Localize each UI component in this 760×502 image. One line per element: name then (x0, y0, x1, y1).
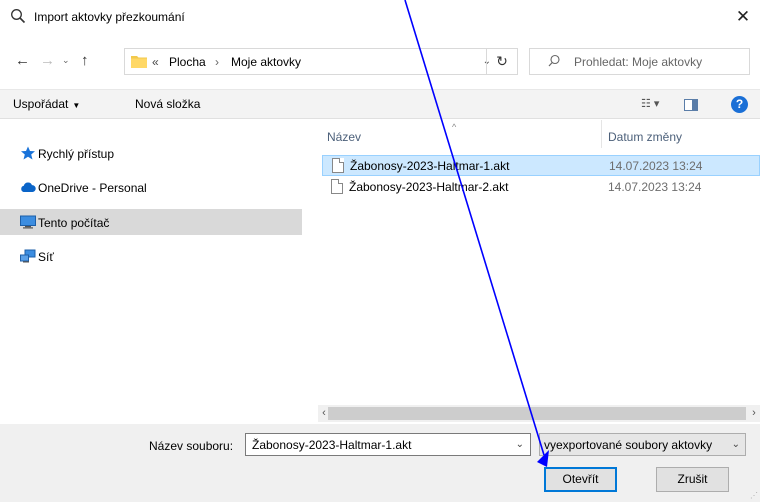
sidebar-item-label: OneDrive - Personal (38, 181, 147, 195)
chevron-down-icon[interactable]: ⌄ (516, 439, 524, 450)
sidebar-item-label: Tento počítač (38, 216, 110, 230)
table-row[interactable]: Žabonosy-2023-Haltmar-1.akt 14.07.2023 1… (322, 155, 760, 176)
cloud-icon (21, 182, 36, 192)
title-bar: Import aktovky přezkoumání ✕ (0, 0, 760, 34)
breadcrumb-separator[interactable]: › (215, 55, 219, 69)
sort-ascending-icon: ^ (452, 122, 457, 132)
recent-locations-button[interactable]: ⌄ (62, 55, 70, 66)
file-icon (331, 179, 343, 194)
horizontal-scrollbar[interactable]: ‹ › (318, 405, 760, 422)
column-divider[interactable] (601, 120, 602, 148)
open-button[interactable]: Otevřít (544, 467, 617, 492)
folder-icon (131, 56, 147, 68)
star-icon (21, 146, 35, 160)
up-button[interactable]: ↑ (81, 52, 89, 69)
dialog-footer: Název souboru: Žabonosy-2023-Haltmar-1.a… (0, 424, 760, 502)
column-header-name[interactable]: Název (327, 130, 361, 144)
filename-field[interactable]: Žabonosy-2023-Haltmar-1.akt ⌄ (245, 433, 531, 456)
network-icon (20, 249, 36, 263)
refresh-button[interactable]: ↻ (486, 48, 518, 75)
close-button[interactable]: ✕ (726, 0, 760, 34)
forward-button[interactable]: → (40, 52, 55, 69)
window-title: Import aktovky přezkoumání (34, 10, 185, 24)
scroll-right-icon[interactable]: › (748, 405, 760, 422)
sidebar-item-onedrive[interactable]: OneDrive - Personal (0, 174, 302, 200)
new-folder-button[interactable]: Nová složka (135, 97, 200, 111)
sidebar-item-quick-access[interactable]: Rychlý přístup (0, 140, 302, 166)
file-type-value: vyexportované soubory aktovky (544, 438, 713, 452)
command-bar: Uspořádat ▼ Nová složka ☷ ▾ ? (0, 89, 760, 119)
filename-label: Název souboru: (149, 439, 234, 453)
sidebar-item-label: Rychlý přístup (38, 147, 115, 161)
navigation-pane: Rychlý přístup OneDrive - Personal Tento… (0, 120, 316, 424)
breadcrumb-moje-aktovky[interactable]: Moje aktovky (231, 55, 301, 69)
sidebar-item-network[interactable]: Síť (0, 243, 302, 269)
file-open-dialog: Import aktovky přezkoumání ✕ ← → ⌄ ↑ « P… (0, 0, 760, 502)
preview-pane-icon[interactable] (684, 99, 698, 111)
view-options-button[interactable]: ☷ ▾ (641, 97, 659, 110)
table-row[interactable]: Žabonosy-2023-Haltmar-2.akt 14.07.2023 1… (322, 177, 760, 198)
file-type-select[interactable]: vyexportované soubory aktovky ⌄ (539, 433, 746, 456)
help-icon[interactable]: ? (731, 96, 748, 113)
address-bar[interactable]: « Plocha › Moje aktovky ⌄ (124, 48, 518, 75)
sidebar-item-label: Síť (38, 250, 54, 264)
computer-icon (20, 215, 36, 229)
column-header-date-modified[interactable]: Datum změny (608, 130, 682, 144)
file-name: Žabonosy-2023-Haltmar-1.akt (350, 159, 510, 173)
scrollbar-thumb[interactable] (328, 407, 746, 420)
close-icon: ✕ (735, 7, 751, 26)
sidebar-item-this-pc[interactable]: Tento počítač (0, 209, 302, 235)
refresh-icon: ↻ (496, 53, 508, 69)
resize-grip-icon[interactable]: ⋰ (750, 491, 758, 500)
cancel-button[interactable]: Zrušit (656, 467, 729, 492)
file-list: Název ^ Datum změny Žabonosy-2023-Haltma… (318, 120, 760, 410)
filename-value: Žabonosy-2023-Haltmar-1.akt (252, 438, 412, 452)
search-placeholder: Prohledat: Moje aktovky (574, 55, 703, 69)
file-date-modified: 14.07.2023 13:24 (609, 159, 703, 173)
file-name: Žabonosy-2023-Haltmar-2.akt (349, 180, 509, 194)
organize-label: Uspořádat (13, 97, 69, 111)
address-row: ← → ⌄ ↑ « Plocha › Moje aktovky ⌄ ↻ Proh… (0, 44, 760, 78)
search-icon (548, 54, 560, 67)
back-button[interactable]: ← (15, 52, 30, 69)
breadcrumb-plocha[interactable]: Plocha (169, 55, 206, 69)
organize-button[interactable]: Uspořádat ▼ (13, 97, 80, 111)
search-icon (11, 9, 26, 24)
file-icon (332, 158, 344, 173)
search-input[interactable]: Prohledat: Moje aktovky (529, 48, 750, 75)
caret-down-icon: ▼ (72, 101, 81, 110)
chevron-down-icon[interactable]: ⌄ (732, 439, 740, 450)
file-date-modified: 14.07.2023 13:24 (608, 180, 702, 194)
breadcrumb-overflow[interactable]: « (152, 55, 159, 69)
